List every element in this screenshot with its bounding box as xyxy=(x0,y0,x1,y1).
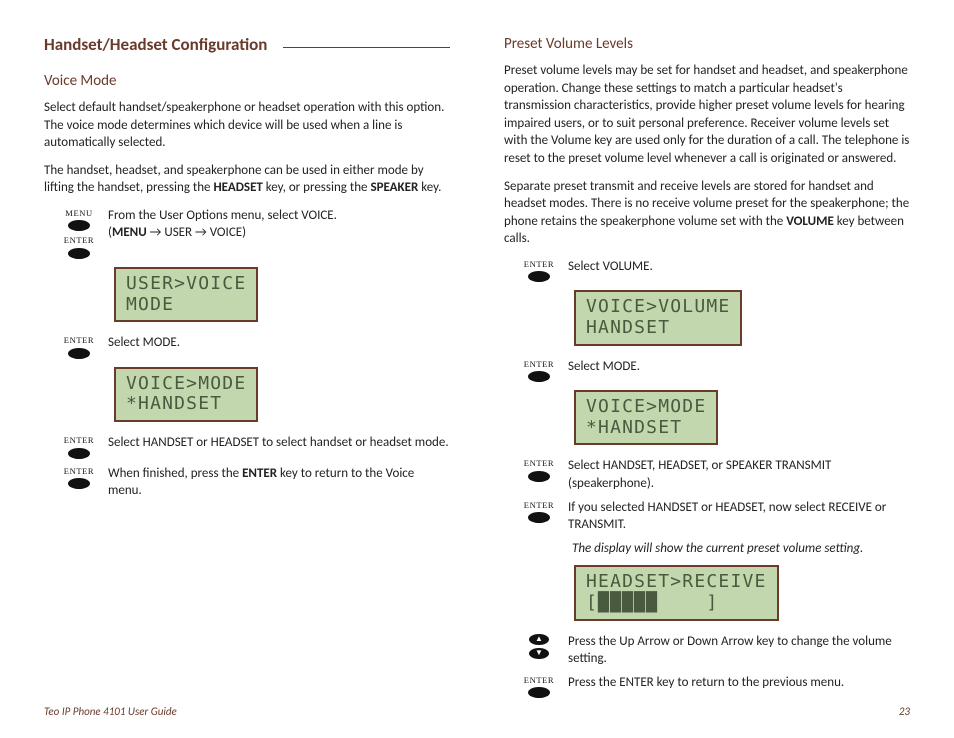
step-row: ENTER Select HANDSET or HEADSET to selec… xyxy=(60,434,450,458)
key-caption-enter: ENTER xyxy=(64,335,94,346)
step-text: Press the ENTER key to return to the pre… xyxy=(568,674,844,692)
enter-key: ENTER xyxy=(520,499,558,523)
step-row: ENTER If you selected HANDSET or HEADSET… xyxy=(520,499,910,534)
section-title: Handset/Headset Configuration xyxy=(44,34,450,57)
voice-mode-para1: Select default handset/speakerphone or h… xyxy=(44,99,450,152)
footer-left: Teo IP Phone 4101 User Guide xyxy=(44,705,177,720)
step-row: ENTER Press the ENTER key to return to t… xyxy=(520,674,910,698)
right-column: Preset Volume Levels Preset volume level… xyxy=(504,34,910,704)
step-row: ENTER Select HANDSET, HEADSET, or SPEAKE… xyxy=(520,457,910,492)
enter-key: ENTER xyxy=(520,674,558,698)
title-rule xyxy=(283,47,450,48)
enter-button-icon xyxy=(528,512,550,523)
key-caption-enter: ENTER xyxy=(64,466,94,477)
step-text: Select MODE. xyxy=(568,358,640,376)
key-caption-enter: ENTER xyxy=(524,359,554,370)
footer-page-number: 23 xyxy=(899,705,910,720)
step-text: Select HANDSET or HEADSET to select hand… xyxy=(108,434,449,452)
step-text: Select MODE. xyxy=(108,334,180,352)
section-title-text: Handset/Headset Configuration xyxy=(44,34,267,57)
bold-speaker: SPEAKER xyxy=(370,180,418,195)
enter-key: ENTER xyxy=(60,465,98,489)
enter-button-icon xyxy=(68,248,90,259)
preset-para2: Separate preset transmit and receive lev… xyxy=(504,178,910,248)
lcd-display: USER>VOICE MODE xyxy=(114,267,258,322)
enter-key: ENTER xyxy=(60,334,98,358)
step-row: MENU ENTER From the User Options menu, s… xyxy=(60,207,450,259)
step-row: ENTER When finished, press the ENTER key… xyxy=(60,465,450,500)
step-text: Select VOLUME. xyxy=(568,258,653,276)
down-arrow-icon: ▼ xyxy=(529,648,549,659)
bold-volume: VOLUME xyxy=(786,214,834,229)
step-row: ENTER Select MODE. xyxy=(60,334,450,358)
step-text: From the User Options menu, select VOICE… xyxy=(108,207,337,242)
lcd-display: HEADSET>RECEIVE [█████ ] xyxy=(574,565,779,620)
key-caption-enter: ENTER xyxy=(64,235,94,246)
key-caption-enter: ENTER xyxy=(524,675,554,686)
enter-button-icon xyxy=(68,448,90,459)
lcd-display: VOICE>MODE *HANDSET xyxy=(574,390,718,445)
enter-button-icon xyxy=(528,271,550,282)
enter-key: ENTER xyxy=(60,434,98,458)
bold-headset: HEADSET xyxy=(213,180,262,195)
text: key. xyxy=(418,180,441,195)
enter-key: ENTER xyxy=(520,358,558,382)
key-caption-enter: ENTER xyxy=(524,259,554,270)
key-caption-menu: MENU xyxy=(65,208,92,219)
left-column: Handset/Headset Configuration Voice Mode… xyxy=(44,34,450,704)
bold-menu: MENU xyxy=(112,225,147,240)
enter-button-icon xyxy=(528,471,550,482)
page-content: Handset/Headset Configuration Voice Mode… xyxy=(44,34,910,704)
key-caption-enter: ENTER xyxy=(64,435,94,446)
text: key, or pressing the xyxy=(263,180,371,195)
enter-button-icon xyxy=(528,687,550,698)
enter-key: ENTER xyxy=(520,258,558,282)
text: → USER → VOICE) xyxy=(147,225,246,240)
menu-button-icon xyxy=(68,220,90,231)
step-text: Press the Up Arrow or Down Arrow key to … xyxy=(568,633,910,668)
page-footer: Teo IP Phone 4101 User Guide 23 xyxy=(44,705,910,720)
step-row: ▲ ▼ Press the Up Arrow or Down Arrow key… xyxy=(520,633,910,668)
enter-button-icon xyxy=(68,348,90,359)
bold-enter: ENTER xyxy=(242,466,277,481)
menu-enter-keys: MENU ENTER xyxy=(60,207,98,259)
lcd-display: VOICE>VOLUME HANDSET xyxy=(574,290,742,345)
step-row: ENTER Select VOLUME. xyxy=(520,258,910,282)
enter-key: ENTER xyxy=(520,457,558,481)
step-text: When finished, press the ENTER key to re… xyxy=(108,465,450,500)
enter-button-icon xyxy=(528,371,550,382)
voice-mode-para2: The handset, headset, and speakerphone c… xyxy=(44,162,450,197)
arrow-keys: ▲ ▼ xyxy=(520,633,558,659)
step-text: Select HANDSET, HEADSET, or SPEAKER TRAN… xyxy=(568,457,910,492)
text: From the User Options menu, select VOICE… xyxy=(108,208,337,223)
key-caption-enter: ENTER xyxy=(524,500,554,511)
step-text: If you selected HANDSET or HEADSET, now … xyxy=(568,499,910,534)
key-caption-enter: ENTER xyxy=(524,458,554,469)
lcd-display: VOICE>MODE *HANDSET xyxy=(114,367,258,422)
enter-button-icon xyxy=(68,478,90,489)
text: When finished, press the xyxy=(108,466,242,481)
step-row: ENTER Select MODE. xyxy=(520,358,910,382)
preset-para1: Preset volume levels may be set for hand… xyxy=(504,62,910,167)
preset-volume-heading: Preset Volume Levels xyxy=(504,34,910,54)
italic-note: The display will show the current preset… xyxy=(572,540,910,558)
up-arrow-icon: ▲ xyxy=(529,634,549,645)
voice-mode-heading: Voice Mode xyxy=(44,71,450,91)
